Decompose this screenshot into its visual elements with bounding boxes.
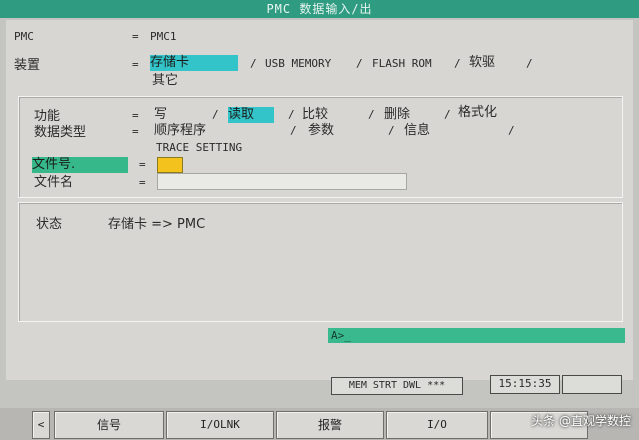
function-separator: / [368, 108, 375, 121]
pmc-value[interactable]: PMC1 [150, 30, 177, 44]
file-name-label: 文件名 [34, 175, 74, 190]
data-type-option-message[interactable]: 信息 [404, 123, 430, 139]
softkey-alarm[interactable]: 报警 [276, 411, 384, 439]
file-number-input[interactable] [157, 157, 183, 173]
device-option-usb-memory[interactable]: USB MEMORY [265, 57, 331, 71]
file-name-input[interactable] [157, 173, 407, 190]
data-type-option-parameter[interactable]: 参数 [308, 123, 334, 139]
status-value: 存储卡 => PMC [108, 217, 206, 232]
function-option-format[interactable]: 格式化 [458, 105, 497, 121]
status-label: 状态 [36, 217, 63, 232]
device-separator: / [526, 57, 533, 70]
mode-status: MEM STRT DWL *** [331, 377, 463, 395]
pmc-io-screen: PMC = PMC1 装置 = 存储卡 / USB MEMORY / FLASH… [6, 20, 633, 395]
device-separator: / [250, 57, 257, 70]
device-separator: / [454, 57, 461, 70]
watermark-text: 头条 @直观学数控 [531, 414, 631, 428]
device-option-flash-rom[interactable]: FLASH ROM [372, 57, 432, 71]
function-eq: = [132, 109, 139, 122]
data-type-option-trace-setting[interactable]: TRACE SETTING [156, 141, 242, 155]
function-separator: / [288, 108, 295, 121]
data-type-label: 数据类型 [34, 125, 87, 140]
function-option-compare[interactable]: 比较 [302, 107, 328, 123]
function-option-delete[interactable]: 删除 [384, 107, 410, 123]
function-label: 功能 [34, 109, 61, 124]
device-label: 装置 [14, 58, 41, 73]
softkey-io-link[interactable]: I/OLNK [166, 411, 274, 439]
softkey-signal[interactable]: 信号 [54, 411, 164, 439]
clock: 15:15:35 [490, 375, 560, 394]
data-type-separator: / [388, 124, 395, 137]
pmc-eq: = [132, 30, 139, 43]
file-number-eq: = [139, 158, 146, 171]
device-option-other[interactable]: 其它 [152, 73, 178, 89]
function-option-read[interactable]: 读取 [228, 107, 274, 123]
data-type-option-sequence-program[interactable]: 顺序程序 [154, 123, 206, 139]
device-option-floppy[interactable]: 软驱 [469, 55, 495, 71]
softkey-prev-arrow[interactable]: < [32, 411, 50, 439]
function-option-write[interactable]: 写 [154, 107, 167, 123]
file-number-label: 文件号. [32, 157, 128, 173]
softkey-io[interactable]: I/O [386, 411, 488, 439]
function-separator: / [444, 108, 451, 121]
device-option-memory-card[interactable]: 存储卡 [150, 55, 238, 71]
pmc-label: PMC [14, 30, 34, 43]
file-name-eq: = [139, 176, 146, 189]
window-title: PMC 数据输入/出 [0, 0, 639, 18]
function-separator: / [212, 108, 219, 121]
status-blank [562, 375, 622, 394]
data-type-separator: / [508, 124, 515, 137]
data-type-eq: = [132, 125, 139, 138]
data-type-separator: / [290, 124, 297, 137]
command-line[interactable]: A>_ [328, 328, 625, 343]
device-separator: / [356, 57, 363, 70]
device-eq: = [132, 58, 139, 71]
